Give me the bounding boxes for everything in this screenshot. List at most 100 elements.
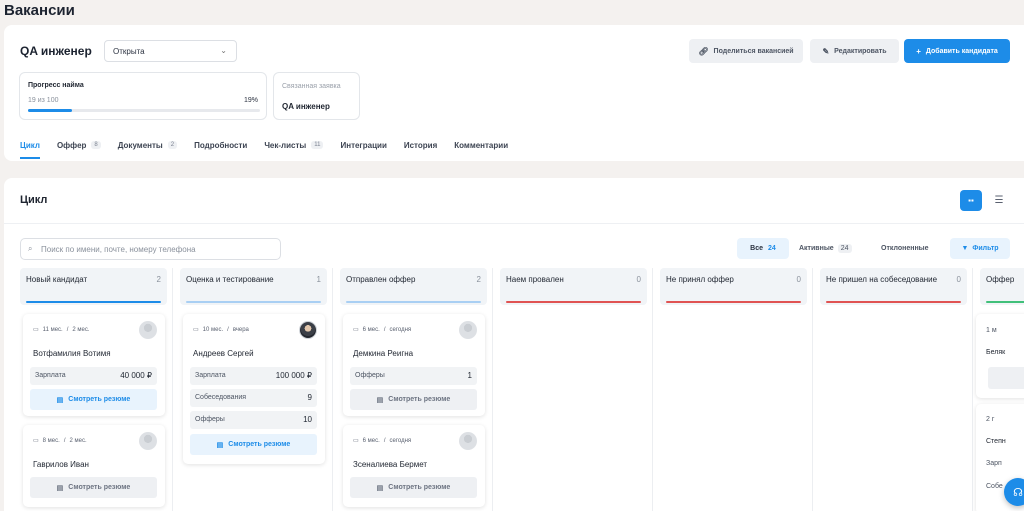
date-to: сегодня [389, 326, 412, 333]
grid-icon: ▪▪ [968, 196, 974, 205]
candidate-card[interactable]: ▭ 11 мес./2 мес. Вотфамилия Вотимя Зарпла… [23, 314, 165, 416]
column-new-candidate: Новый кандидат 2 ▭ 11 мес./2 мес. Вотфами… [20, 268, 167, 511]
candidate-card[interactable]: ▭ 6 мес. / сегодня Зсеналиева Бермет ▤ Смотр… [343, 425, 485, 507]
candidate-card[interactable]: ▭ 8 мес./2 мес. Гаврилов Иван ▤ Смотреть р… [23, 425, 165, 507]
candidate-search-input[interactable]: ⌕ Поиск по имени, почте, номеру телефона [20, 238, 281, 260]
tab-count-badge: 2 [167, 141, 178, 149]
tab-cycle[interactable]: Цикл [20, 137, 40, 159]
candidate-card[interactable]: ▭ 6 мес. / сегодня Демкина Реигна Офферы 1 ▤… [343, 314, 485, 416]
date-from: 8 мес. [42, 437, 60, 444]
column-name: Наем провален [506, 275, 564, 284]
date-from: 10 мес. [202, 326, 224, 333]
view-resume-button[interactable]: ▤ Смотреть резюме [30, 389, 157, 410]
offers-row: Офферы 1 [350, 367, 477, 385]
candidate-dates: ▭ 6 мес. / сегодня [353, 326, 412, 334]
tab-comments[interactable]: Комментарии [454, 137, 508, 153]
salary-value: 40 000 ₽ [120, 371, 152, 380]
calendar-icon: ▭ [353, 438, 359, 444]
support-chat-button[interactable]: ☊ [1004, 478, 1024, 506]
candidate-card[interactable]: ▭ 10 мес. / вчера Андреев Сергей Зарплата 10… [183, 314, 325, 464]
column-header: Не пришел на собеседование 0 [820, 268, 967, 305]
date-from: 11 мес. [42, 326, 63, 333]
avatar [299, 321, 317, 339]
filter-rejected-button[interactable]: Отклоненные [881, 238, 929, 259]
filter-active-button[interactable]: Активные 24 [799, 238, 852, 259]
column-color-line [666, 301, 801, 303]
edit-label: Редактировать [834, 47, 887, 55]
salary-value: 100 000 ₽ [275, 371, 312, 380]
date-from: 2 г [986, 416, 995, 423]
date-to: 2 мес. [72, 326, 90, 333]
view-resume-button[interactable] [988, 367, 1024, 389]
column-offer-declined: Не принял оффер 0 [660, 268, 807, 511]
vacancy-title: QA инженер [20, 44, 92, 58]
interviews-value: 9 [307, 393, 312, 402]
salary-row: Зарплата 100 000 ₽ [190, 367, 317, 385]
calendar-icon: ▭ [33, 438, 39, 444]
column-color-line [986, 301, 1024, 303]
linked-request-label: Связанная заявка [282, 83, 341, 90]
tab-count-badge: 8 [91, 141, 101, 149]
column-name: Оценка и тестирование [186, 275, 274, 284]
candidate-name: Степн [986, 438, 1006, 445]
column-header: Отправлен оффер 2 [340, 268, 487, 305]
tab-offer[interactable]: Оффер 8 [57, 137, 101, 153]
tab-documents[interactable]: Документы 2 [118, 137, 178, 153]
column-color-line [26, 301, 161, 303]
column-count: 1 [316, 275, 321, 284]
progress-count: 19 из 100 [28, 97, 59, 104]
view-resume-button[interactable]: ▤ Смотреть резюме [350, 389, 477, 410]
tab-checklists[interactable]: Чек-листы 11 [264, 137, 324, 153]
tab-integrations[interactable]: Интеграции [340, 137, 386, 153]
salary-label: Зарп [986, 460, 1002, 467]
column-name: Не принял оффер [666, 275, 734, 284]
date-to: сегодня [389, 437, 412, 444]
filter-all-button[interactable]: Все 24 [737, 238, 789, 259]
offers-label: Офферы [355, 372, 385, 379]
linked-request[interactable]: Связанная заявка QA инженер [273, 72, 360, 120]
view-resume-button[interactable]: ▤ Смотреть резюме [350, 477, 477, 498]
column-divider [492, 268, 493, 511]
column-header: Оценка и тестирование 1 [180, 268, 327, 305]
offers-row: Офферы 10 [190, 411, 317, 429]
link-icon: 🔗︎ [698, 46, 709, 56]
view-resume-label: Смотреть резюме [388, 484, 451, 491]
add-candidate-button[interactable]: + Добавить кандидата [904, 39, 1010, 63]
tab-details[interactable]: Подробности [194, 137, 247, 153]
view-resume-button[interactable]: ▤ Смотреть резюме [190, 434, 317, 455]
tab-history[interactable]: История [404, 137, 437, 153]
column-hire-failed: Наем провален 0 [500, 268, 647, 511]
date-from: 6 мес. [362, 326, 380, 333]
column-count: 0 [636, 275, 641, 284]
status-select[interactable]: Открыта ⌄ [104, 40, 237, 62]
add-candidate-label: Добавить кандидата [925, 47, 998, 55]
column-divider [332, 268, 333, 511]
edit-button[interactable]: ✎ Редактировать [810, 39, 899, 63]
filter-button[interactable]: ▼ Фильтр [950, 238, 1010, 259]
candidate-card[interactable]: 1 м Беляк [976, 314, 1024, 398]
column-header: Наем провален 0 [500, 268, 647, 305]
tab-label: История [403, 140, 438, 150]
avatar [459, 432, 477, 450]
date-separator: / [383, 326, 386, 333]
view-resume-label: Смотреть резюме [68, 396, 131, 403]
column-color-line [346, 301, 481, 303]
share-vacancy-button[interactable]: 🔗︎ Поделиться вакансией [689, 39, 803, 63]
view-resume-label: Смотреть резюме [68, 484, 131, 491]
document-icon: ▤ [376, 484, 384, 492]
tab-label: Интеграции [340, 140, 387, 150]
plus-icon: + [916, 46, 921, 56]
cycle-title: Цикл [20, 194, 48, 206]
list-view-button[interactable]: ☰ [992, 190, 1006, 211]
column-name: Не пришел на собеседование [826, 275, 938, 284]
candidate-name: Зсеналиева Бермет [353, 460, 428, 469]
column-name: Новый кандидат [26, 275, 88, 284]
view-resume-button[interactable]: ▤ Смотреть резюме [30, 477, 157, 498]
page-title: Вакансии [4, 2, 75, 19]
candidate-dates: ▭ 8 мес./2 мес. [33, 437, 87, 445]
filter-all-label: Все [750, 245, 764, 252]
interviews-row: Собеседования 9 [190, 389, 317, 407]
document-icon: ▤ [56, 484, 64, 492]
kanban-view-button[interactable]: ▪▪ [960, 190, 982, 211]
tab-label: Комментарии [454, 140, 509, 150]
